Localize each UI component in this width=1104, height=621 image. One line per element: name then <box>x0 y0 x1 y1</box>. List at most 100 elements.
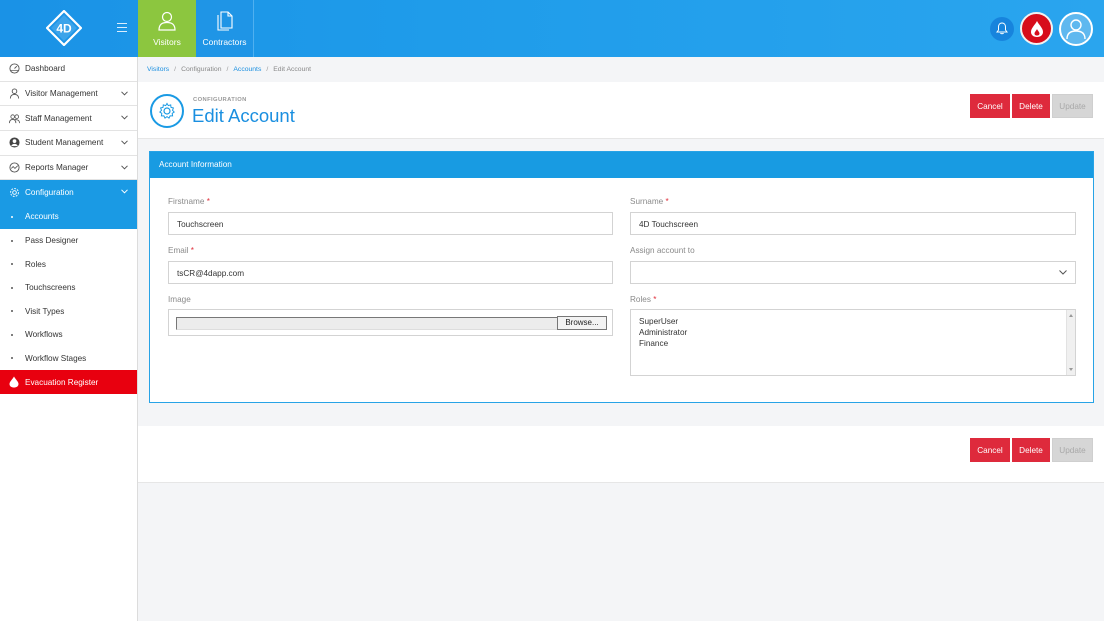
browse-button[interactable]: Browse... <box>557 316 607 330</box>
role-option[interactable]: Finance <box>639 338 1075 349</box>
cancel-button[interactable]: Cancel <box>970 94 1010 118</box>
bullet <box>11 286 13 289</box>
image-file-path[interactable] <box>176 317 557 330</box>
4d-logo[interactable]: 4D <box>46 10 82 46</box>
staff-icon <box>9 114 20 123</box>
roles-scrollbar[interactable] <box>1066 310 1075 375</box>
tab-visitors[interactable]: Visitors <box>138 0 196 57</box>
bullet <box>11 239 13 242</box>
firstname-label: Firstname * <box>168 197 210 206</box>
surname-field[interactable]: 4D Touchscreen <box>630 212 1076 235</box>
evacuation-drop-icon <box>9 376 19 388</box>
chevron-down-icon <box>121 91 128 96</box>
sidebar-subitem-label: Accounts <box>25 212 59 222</box>
sidebar-subitem-touchscreens[interactable]: Touchscreens <box>0 276 137 300</box>
breadcrumb: Visitors / Configuration / Accounts / Edit Acc… <box>147 66 312 73</box>
sidebar-item-visitor-management[interactable]: Visitor Management <box>0 82 137 107</box>
email-field[interactable]: tsCR@4dapp.com <box>168 261 613 284</box>
chevron-down-icon <box>121 140 128 145</box>
sidebar-subitem-workflow-stages[interactable]: Workflow Stages <box>0 347 137 371</box>
bullet <box>11 357 13 360</box>
evacuation-drop-icon <box>1031 21 1043 37</box>
tab-visitors-label: Visitors <box>153 37 181 47</box>
sidebar-item-label: Dashboard <box>25 64 66 74</box>
hamburger-menu-icon[interactable] <box>117 23 127 32</box>
breadcrumb-item-configuration: Configuration <box>181 66 222 73</box>
chevron-down-icon <box>121 115 128 120</box>
surname-label: Surname * <box>630 197 669 206</box>
sidebar-subitem-label: Roles <box>25 259 46 269</box>
sidebar-subitem-label: Visit Types <box>25 306 65 316</box>
assign-account-select[interactable] <box>630 261 1076 284</box>
top-bar: 4D Visitors Contractors <box>0 0 1104 57</box>
account-information-card: Account Information Firstname * Touchscr… <box>149 151 1094 403</box>
main-content: Visitors / Configuration / Accounts / Edit Acc… <box>138 57 1104 621</box>
scroll-up-icon[interactable] <box>1069 314 1073 317</box>
card-title: Account Information <box>150 152 1093 178</box>
role-option[interactable]: Administrator <box>639 327 1075 338</box>
sidebar-item-label: Reports Manager <box>25 163 89 173</box>
sidebar: Dashboard Visitor Management Staff Manag… <box>0 57 138 621</box>
sidebar-item-evacuation-register[interactable]: Evacuation Register <box>0 370 137 395</box>
sidebar-subitem-visit-types[interactable]: Visit Types <box>0 300 137 324</box>
assign-account-label: Assign account to <box>630 246 695 255</box>
sidebar-item-staff-management[interactable]: Staff Management <box>0 106 137 132</box>
document-icon <box>216 11 233 31</box>
role-option[interactable]: SuperUser <box>639 316 1075 327</box>
scroll-down-icon[interactable] <box>1069 368 1073 371</box>
firstname-field[interactable]: Touchscreen <box>168 212 613 235</box>
logo-area: 4D <box>0 0 138 57</box>
page-header: CONFIGURATION Edit Account Cancel Delete… <box>138 82 1104 139</box>
footer-actions: Cancel Delete Update <box>138 426 1104 483</box>
bullet <box>11 333 13 336</box>
sidebar-subitem-accounts[interactable]: Accounts <box>0 205 137 229</box>
roles-listbox[interactable]: SuperUser Administrator Finance <box>630 309 1076 376</box>
chevron-down-icon <box>121 189 128 194</box>
gear-icon <box>10 188 19 198</box>
sidebar-item-label: Staff Management <box>25 113 92 123</box>
sidebar-item-label: Visitor Management <box>25 89 98 99</box>
sidebar-subitem-label: Touchscreens <box>25 283 76 293</box>
update-button[interactable]: Update <box>1052 94 1093 118</box>
sidebar-item-reports-manager[interactable]: Reports Manager <box>0 156 137 181</box>
sidebar-subitem-roles[interactable]: Roles <box>0 252 137 276</box>
update-button[interactable]: Update <box>1052 438 1093 462</box>
tab-contractors[interactable]: Contractors <box>196 0 254 57</box>
chevron-down-icon <box>121 165 128 170</box>
chart-icon <box>9 162 20 173</box>
bullet <box>11 310 13 313</box>
cancel-button[interactable]: Cancel <box>970 438 1010 462</box>
gear-icon <box>159 102 175 119</box>
chevron-down-icon <box>1059 270 1067 275</box>
bullet <box>11 263 13 266</box>
sidebar-subitem-label: Workflows <box>25 330 63 340</box>
delete-button[interactable]: Delete <box>1012 94 1050 118</box>
sidebar-item-label: Evacuation Register <box>25 377 99 387</box>
sidebar-item-student-management[interactable]: Student Management <box>0 131 137 156</box>
notifications-button[interactable] <box>990 17 1014 41</box>
sidebar-item-label: Configuration <box>25 188 74 198</box>
tab-contractors-label: Contractors <box>202 37 247 47</box>
sidebar-item-configuration[interactable]: Configuration <box>0 180 137 206</box>
breadcrumb-current: Edit Account <box>273 66 312 73</box>
bullet <box>11 215 13 218</box>
image-upload: Browse... <box>168 309 613 336</box>
breadcrumb-link-accounts[interactable]: Accounts <box>233 66 261 73</box>
dashboard-icon <box>9 63 20 74</box>
user-avatar-button[interactable] <box>1059 12 1093 46</box>
section-kicker: CONFIGURATION <box>193 97 247 103</box>
sidebar-subitem-pass-designer[interactable]: Pass Designer <box>0 229 137 253</box>
breadcrumb-link-visitors[interactable]: Visitors <box>147 66 169 73</box>
roles-label: Roles * <box>630 295 657 304</box>
evacuation-button[interactable] <box>1020 12 1053 45</box>
sidebar-item-dashboard[interactable]: Dashboard <box>0 57 137 82</box>
user-avatar-icon <box>1066 19 1086 40</box>
image-label: Image <box>168 295 191 304</box>
sidebar-item-label: Student Management <box>25 138 104 148</box>
delete-button[interactable]: Delete <box>1012 438 1050 462</box>
page-title: Edit Account <box>192 105 295 126</box>
bell-icon <box>996 22 1008 35</box>
sidebar-subitem-workflows[interactable]: Workflows <box>0 323 137 347</box>
page-icon <box>150 94 184 128</box>
student-icon <box>9 137 20 148</box>
